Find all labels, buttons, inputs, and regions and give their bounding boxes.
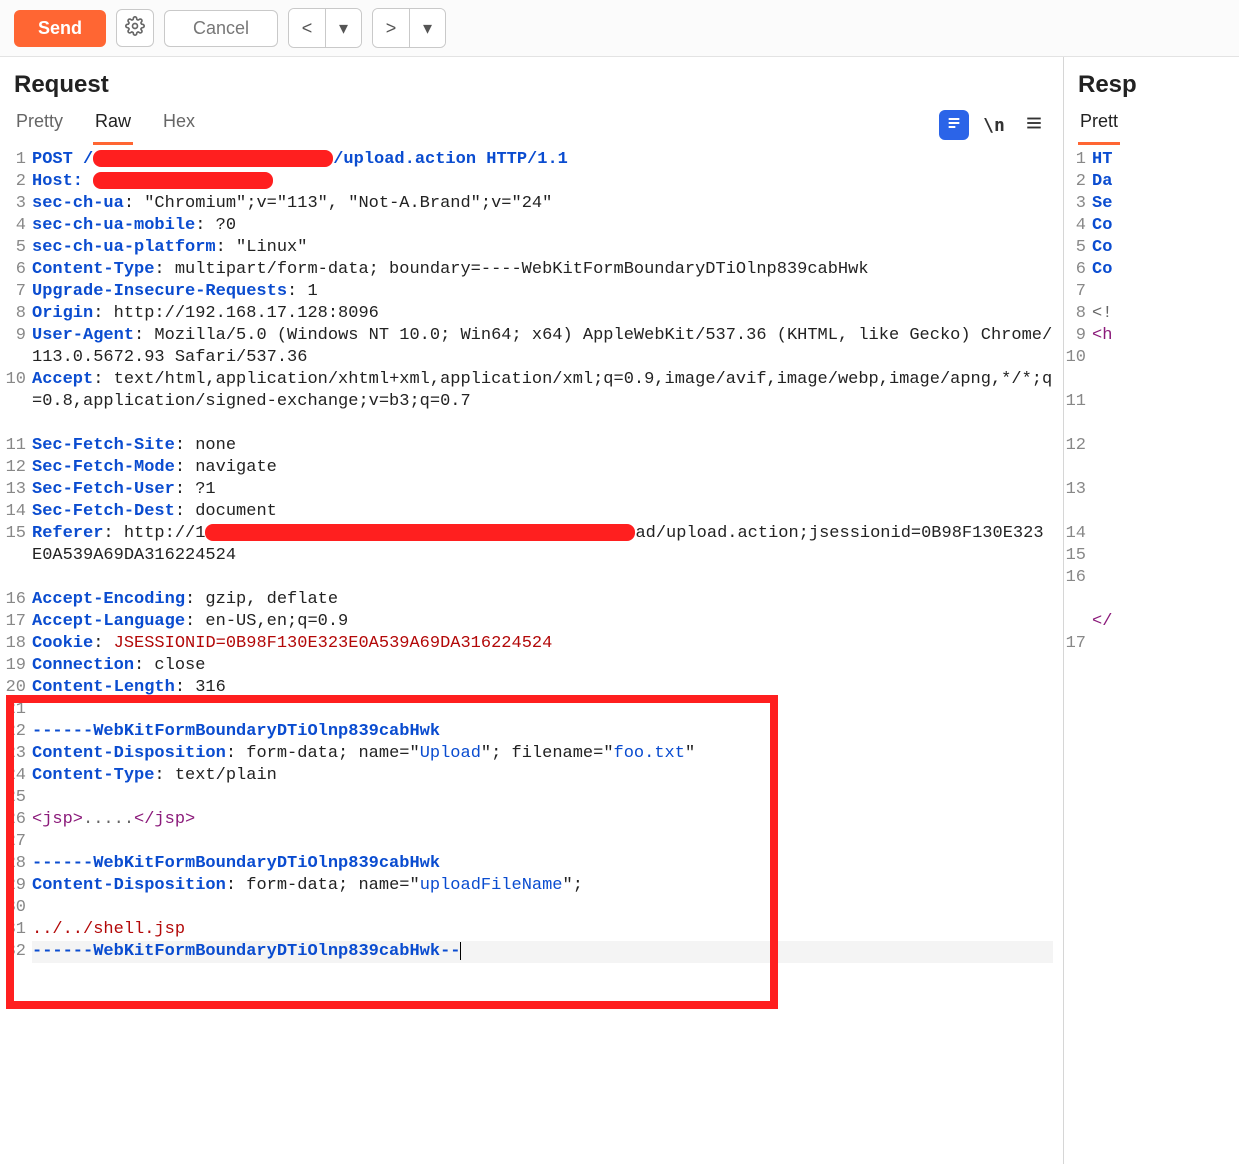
request-tabs: Pretty Raw Hex — [14, 105, 197, 145]
cancel-button[interactable]: Cancel — [164, 10, 278, 47]
tab-response-pretty[interactable]: Prett — [1078, 105, 1120, 145]
tab-hex[interactable]: Hex — [161, 105, 197, 145]
request-gutter: 1234567891011121314151617181920212223242… — [0, 149, 32, 1164]
tab-pretty[interactable]: Pretty — [14, 105, 65, 145]
nav-back-dropdown[interactable]: ▾ — [325, 9, 361, 47]
send-button[interactable]: Send — [14, 10, 106, 47]
response-title: Resp — [1078, 71, 1225, 99]
list-icon — [946, 115, 962, 136]
caret-down-icon: ▾ — [423, 18, 432, 39]
chevron-right-icon: > — [386, 18, 397, 39]
view-menu-button[interactable] — [1019, 110, 1049, 140]
nav-forward-group: > ▾ — [372, 8, 446, 48]
response-tabs: Prett — [1078, 105, 1120, 145]
chevron-left-icon: < — [302, 18, 313, 39]
response-panel: Resp Prett 1234567891011121314151617 HTD… — [1064, 57, 1239, 1164]
hamburger-icon — [1025, 114, 1043, 137]
redaction-mark — [93, 150, 333, 167]
redaction-mark — [205, 524, 635, 541]
redaction-mark — [93, 172, 273, 189]
request-editor[interactable]: 1234567891011121314151617181920212223242… — [0, 145, 1063, 1164]
toolbar: Send Cancel < ▾ > ▾ — [0, 0, 1239, 57]
nav-forward-dropdown[interactable]: ▾ — [409, 9, 445, 47]
request-title: Request — [14, 71, 1049, 99]
nav-forward-button[interactable]: > — [373, 9, 409, 47]
settings-button[interactable] — [116, 9, 154, 47]
message-actions-button[interactable] — [939, 110, 969, 140]
response-gutter: 1234567891011121314151617 — [1064, 149, 1092, 1164]
gear-icon — [125, 16, 145, 41]
response-editor[interactable]: 1234567891011121314151617 HTDaSeCoCoCo<!… — [1064, 145, 1239, 1164]
nav-back-button[interactable]: < — [289, 9, 325, 47]
nav-back-group: < ▾ — [288, 8, 362, 48]
newline-icon: \n — [983, 115, 1005, 136]
request-panel: Request Pretty Raw Hex \n — [0, 57, 1064, 1164]
caret-down-icon: ▾ — [339, 18, 348, 39]
request-code[interactable]: POST //upload.action HTTP/1.1Host: sec-c… — [32, 149, 1063, 1164]
response-code[interactable]: HTDaSeCoCoCo<!<h</ — [1092, 149, 1239, 1164]
newline-toggle-button[interactable]: \n — [979, 110, 1009, 140]
tab-raw[interactable]: Raw — [93, 105, 133, 145]
